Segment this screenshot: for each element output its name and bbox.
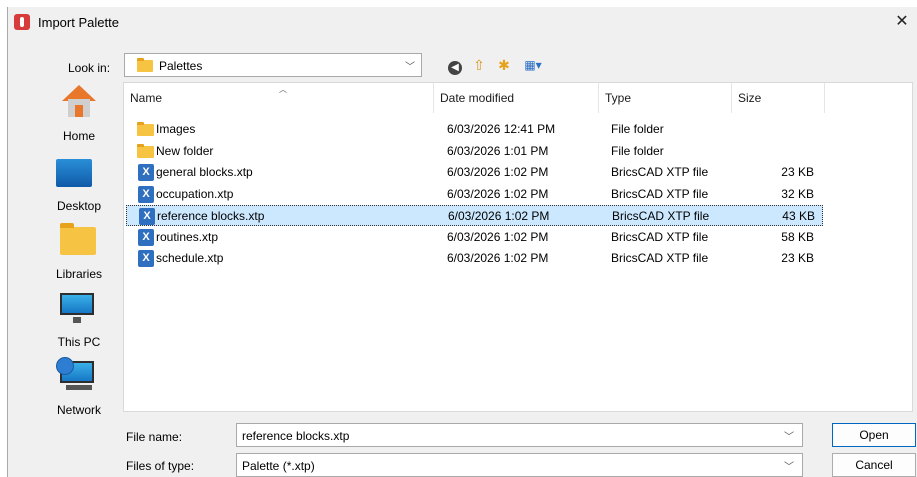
file-date-cell: 6/03/2026 1:01 PM [447,143,549,158]
file-type-value: Palette (*.xtp) [242,459,315,473]
xtp-file-icon: X [138,185,154,203]
home-icon [62,85,96,117]
file-name-value: reference blocks.xtp [242,429,350,443]
file-date-cell: 6/03/2026 1:02 PM [447,251,549,265]
file-type-cell: BricsCAD XTP file [611,229,709,244]
cancel-button[interactable]: Cancel [832,453,916,477]
place-label: Libraries [55,267,103,281]
place-desktop[interactable]: Desktop [36,153,122,213]
file-size-cell: 32 KB [781,186,814,201]
place-this-pc[interactable]: This PC [36,289,122,349]
sort-ascending-icon: ︿ [279,85,287,94]
file-size-cell: 23 KB [781,251,814,265]
file-row[interactable]: Xgeneral blocks.xtp 6/03/2026 1:02 PM Bric… [126,162,823,183]
file-date-cell: 6/03/2026 12:41 PM [447,122,556,136]
network-icon [56,357,94,390]
file-type-select[interactable]: Palette (*.xtp) ﹀ [236,453,803,477]
file-size-cell: 43 KB [782,209,815,223]
file-type-cell: File folder [611,122,664,136]
new-folder-icon[interactable]: ✱ [494,56,514,74]
file-name-cell: occupation.xtp [156,186,234,201]
place-home[interactable]: Home [36,83,122,143]
back-arrow-icon[interactable]: ◀ [447,56,463,75]
xtp-file-icon: X [139,208,155,225]
file-name-cell: New folder [156,143,214,158]
place-libraries[interactable]: Libraries [36,221,122,281]
column-header-label: Name [130,91,163,105]
file-name-cell: Images [156,122,196,136]
place-network[interactable]: Network [36,357,122,417]
place-label: Network [56,403,101,417]
column-header-date[interactable]: Date modified [434,83,599,113]
folder-icon [137,143,154,158]
file-type-cell: File folder [611,143,664,158]
chevron-down-icon[interactable]: ﹀ [784,458,794,473]
file-date-cell: 6/03/2026 1:02 PM [447,186,549,201]
dialog-title: Import Palette [38,15,119,30]
place-label: This PC [57,335,101,349]
folder-icon [137,58,153,72]
place-label: Home [62,129,95,143]
file-date-cell: 6/03/2026 1:02 PM [448,209,550,223]
look-in-combobox[interactable]: Palettes ﹀ [124,53,422,77]
import-palette-dialog: Import Palette ✕ Look in: Palettes ﹀ ◀ ⇧… [7,7,917,477]
desktop-icon [56,159,92,187]
places-bar: Home Desktop Libraries This PC Network [36,83,122,423]
xtp-file-icon: X [138,228,154,246]
file-type-cell: BricsCAD XTP file [611,165,709,179]
file-date-cell: 6/03/2026 1:02 PM [447,165,549,179]
app-icon [14,14,30,30]
file-size-cell: 58 KB [781,229,814,244]
column-header-size[interactable]: Size [732,83,825,113]
file-type-cell: BricsCAD XTP file [611,186,709,201]
file-name-label: File name: [126,430,183,444]
chevron-down-icon[interactable]: ﹀ [784,428,794,443]
xtp-file-icon: X [138,164,154,181]
libraries-icon [60,223,96,255]
file-name-cell: reference blocks.xtp [157,209,265,223]
file-name-cell: routines.xtp [156,229,219,244]
file-row[interactable]: Xreference blocks.xtp 6/03/2026 1:02 PM Br… [126,205,823,226]
look-in-value: Palettes [159,59,203,73]
folder-icon [137,122,154,136]
file-type-cell: BricsCAD XTP file [611,251,709,265]
column-header-name[interactable]: Name ︿ [124,83,434,113]
file-type-label: Files of type: [126,459,195,473]
file-list[interactable]: Name ︿ Date modified Type Size Images 6/0… [123,82,913,412]
close-icon[interactable]: ✕ [892,12,912,32]
place-label: Desktop [56,199,102,213]
title-bar: Import Palette ✕ [8,7,917,37]
file-size-cell: 23 KB [781,165,814,179]
file-row[interactable]: New folder 6/03/2026 1:01 PM File folder [126,141,823,162]
open-button[interactable]: Open [832,423,916,447]
column-header-type[interactable]: Type [599,83,732,113]
file-row[interactable]: Xroutines.xtp 6/03/2026 1:02 PM BricsCAD X… [126,227,823,248]
file-name-cell: general blocks.xtp [156,165,253,179]
this-pc-icon [60,293,94,323]
file-row[interactable]: Images 6/03/2026 12:41 PM File folder [126,119,823,140]
chevron-down-icon[interactable]: ﹀ [405,58,415,73]
file-name-cell: schedule.xtp [156,251,224,265]
look-in-label: Look in: [68,61,111,75]
file-name-input[interactable]: reference blocks.xtp ﹀ [236,423,803,447]
up-folder-icon[interactable]: ⇧ [470,56,488,74]
file-row[interactable]: Xoccupation.xtp 6/03/2026 1:02 PM BricsCAD… [126,184,823,205]
file-type-cell: BricsCAD XTP file [612,209,710,223]
file-row[interactable]: Xschedule.xtp 6/03/2026 1:02 PM BricsCAD X… [126,248,823,269]
view-menu-icon[interactable]: ▦▾ [518,56,548,74]
file-date-cell: 6/03/2026 1:02 PM [447,229,549,244]
xtp-file-icon: X [138,250,154,267]
